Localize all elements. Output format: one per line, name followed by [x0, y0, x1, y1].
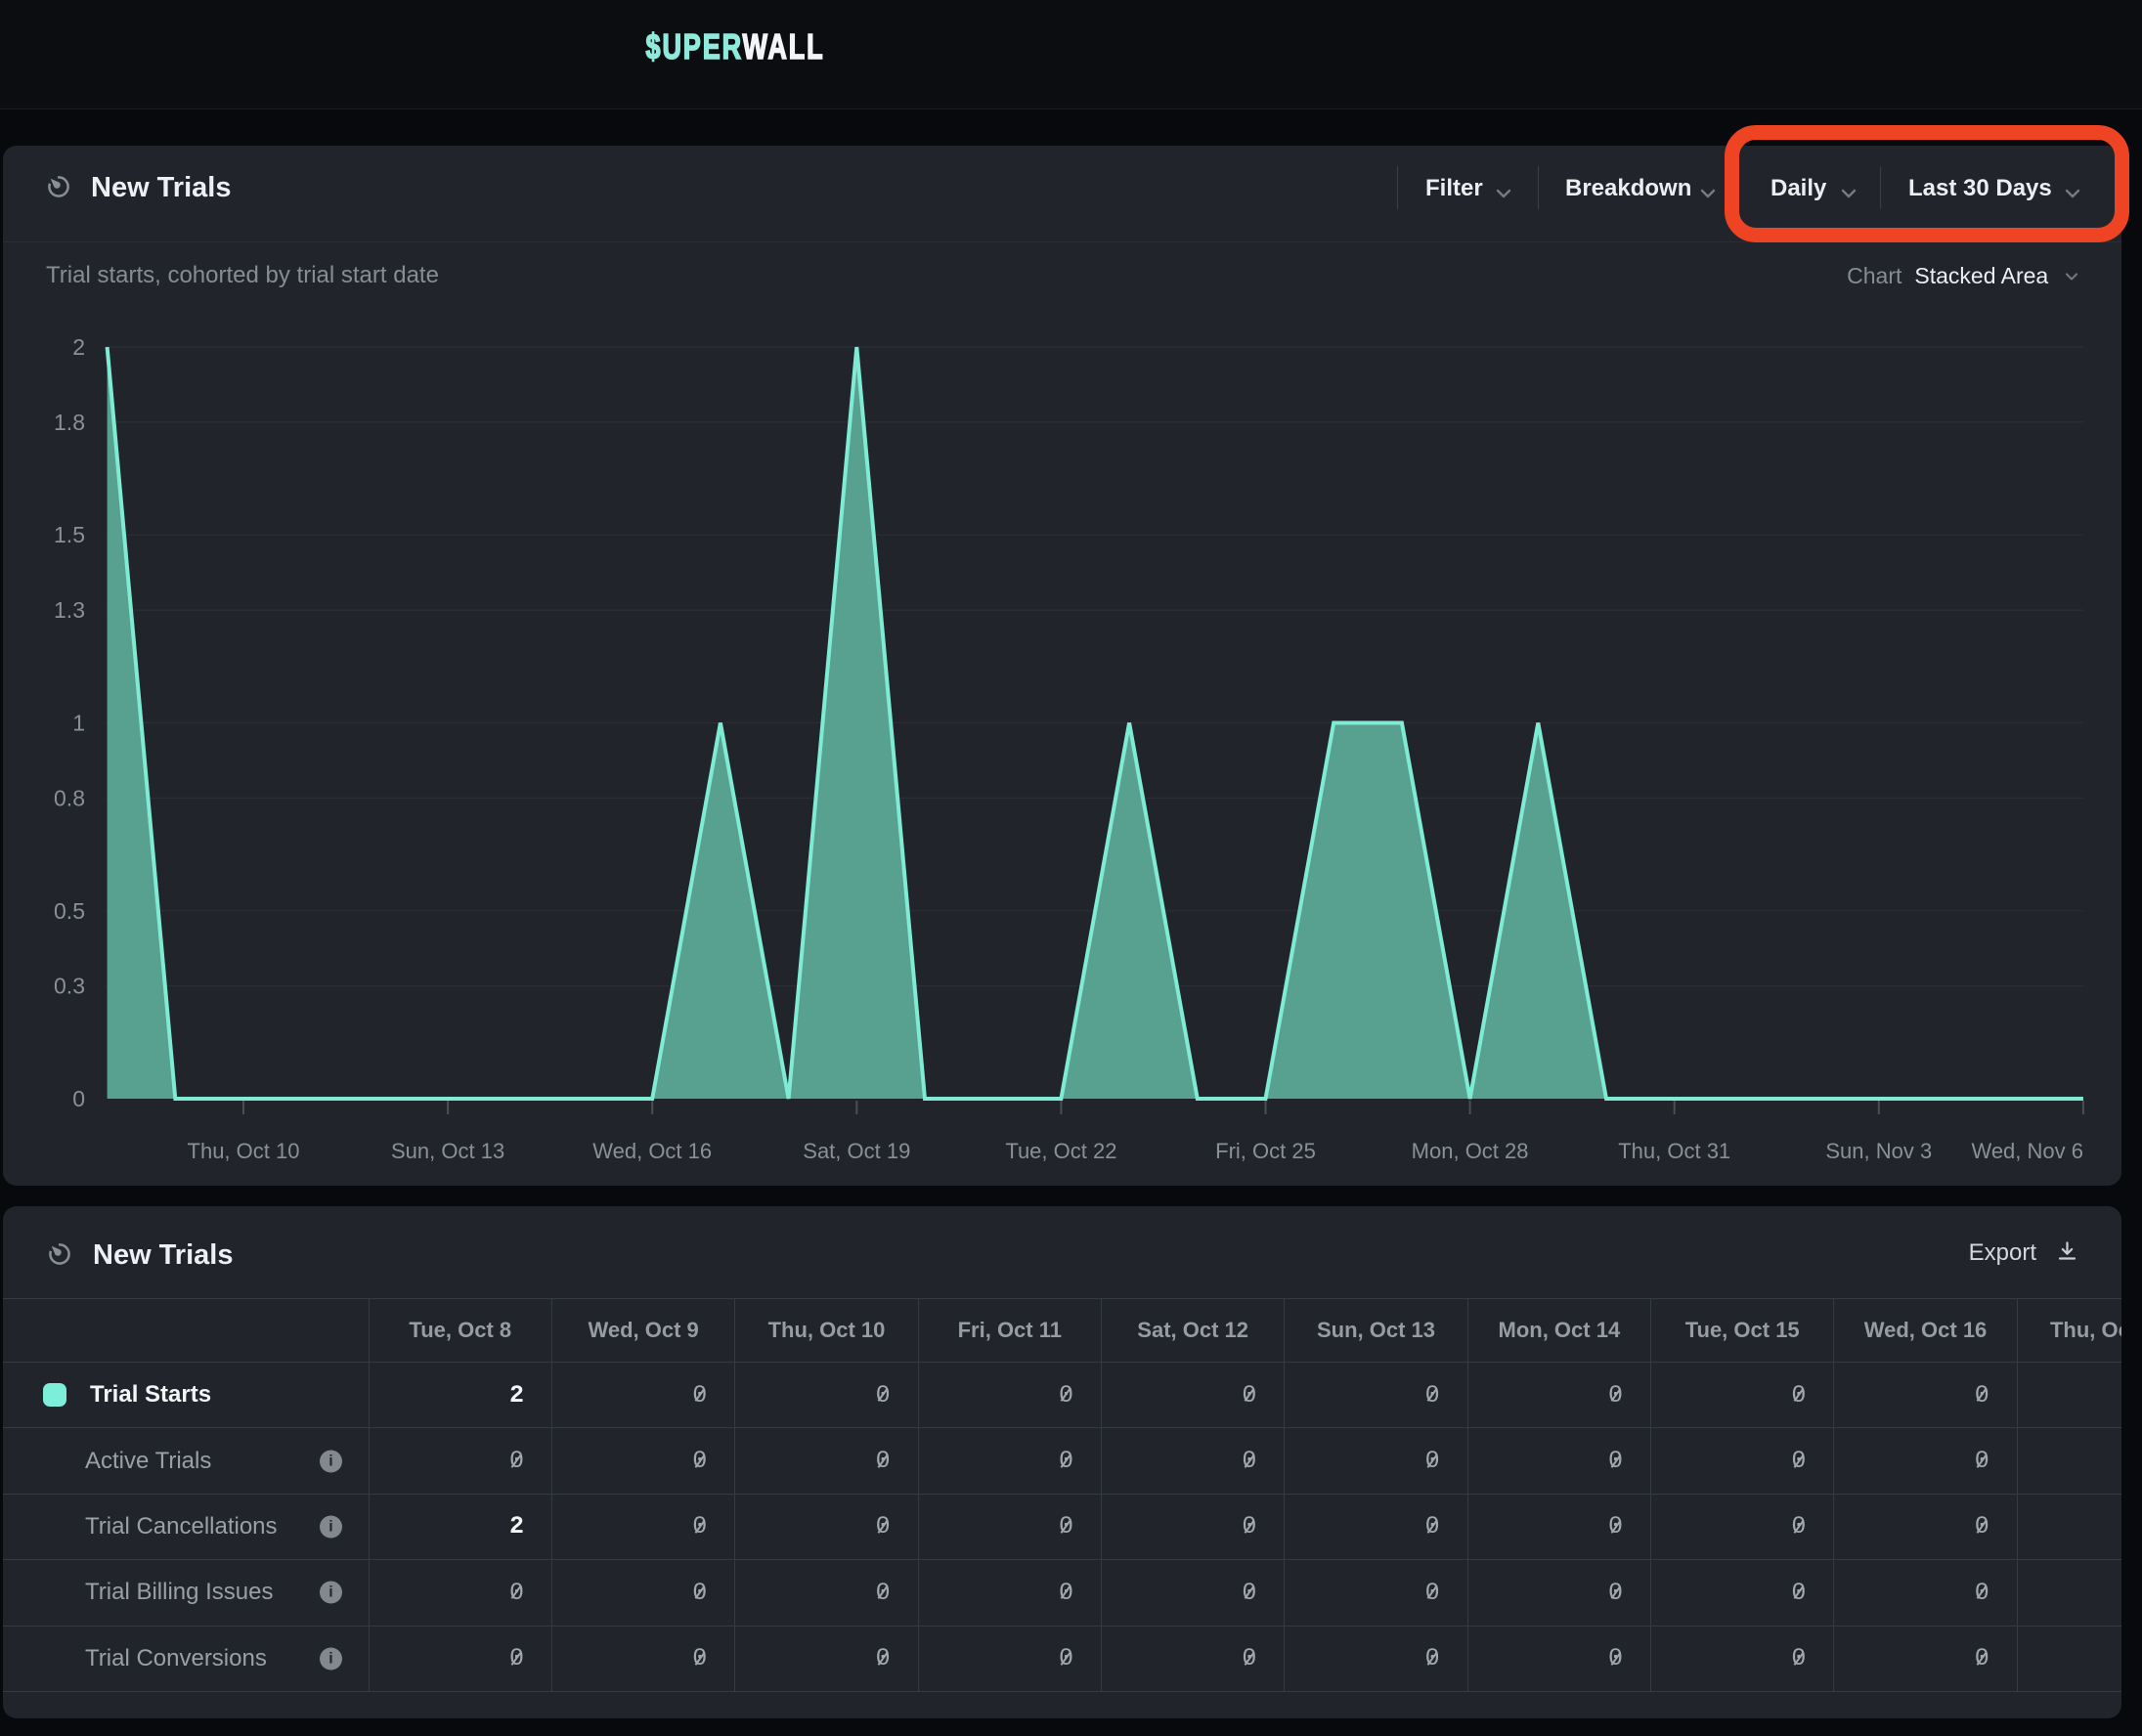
svg-text:Mon, Oct 28: Mon, Oct 28: [1412, 1139, 1529, 1163]
svg-text:Wed, Nov 6: Wed, Nov 6: [1971, 1139, 2083, 1163]
svg-text:1: 1: [72, 711, 85, 736]
svg-text:0: 0: [72, 1086, 85, 1111]
svg-text:0.8: 0.8: [54, 785, 85, 810]
svg-text:1.3: 1.3: [54, 597, 85, 623]
svg-text:Sun, Oct 13: Sun, Oct 13: [391, 1139, 504, 1163]
svg-text:Sat, Oct 19: Sat, Oct 19: [803, 1139, 910, 1163]
svg-text:1.5: 1.5: [54, 522, 85, 547]
svg-text:0.5: 0.5: [54, 898, 85, 924]
svg-text:Thu, Oct 31: Thu, Oct 31: [1618, 1139, 1730, 1163]
svg-text:0.3: 0.3: [54, 974, 85, 999]
svg-text:Wed, Oct 16: Wed, Oct 16: [592, 1139, 712, 1163]
svg-text:Thu, Oct 10: Thu, Oct 10: [188, 1139, 300, 1163]
svg-text:Tue, Oct 22: Tue, Oct 22: [1005, 1139, 1116, 1163]
svg-text:2: 2: [72, 334, 85, 360]
svg-text:Fri, Oct 25: Fri, Oct 25: [1215, 1139, 1316, 1163]
svg-text:1.8: 1.8: [54, 410, 85, 435]
svg-text:Sun, Nov 3: Sun, Nov 3: [1825, 1139, 1932, 1163]
